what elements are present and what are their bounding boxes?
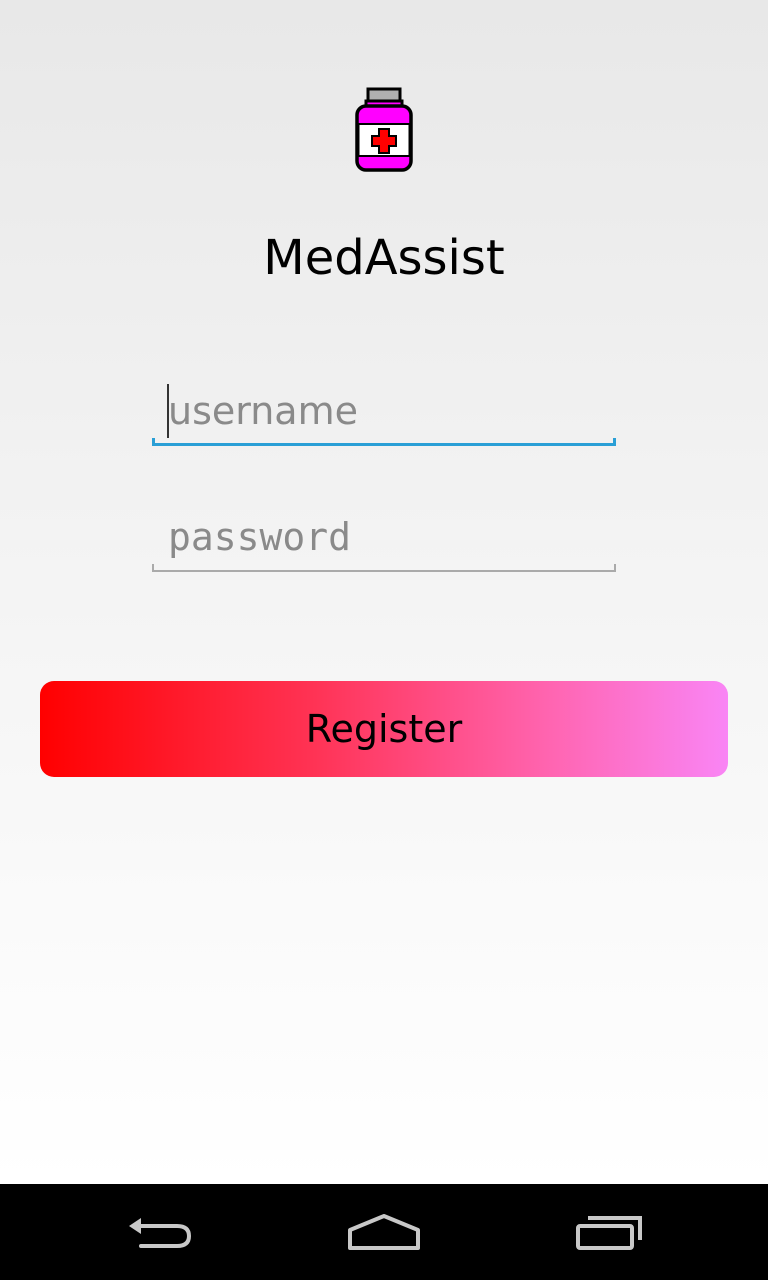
back-icon: [129, 1218, 192, 1248]
password-field[interactable]: [152, 508, 616, 572]
username-underline: [152, 438, 616, 446]
text-cursor: [167, 384, 169, 438]
recents-icon: [576, 1216, 642, 1250]
recents-button[interactable]: [530, 1184, 690, 1280]
password-input[interactable]: [152, 508, 616, 566]
username-field[interactable]: [152, 382, 616, 446]
login-screen: MedAssist Register: [0, 0, 768, 1184]
register-button[interactable]: Register: [40, 681, 728, 777]
system-nav-bar: [0, 1184, 768, 1280]
password-underline: [152, 564, 616, 572]
app-title: MedAssist: [263, 230, 505, 286]
home-icon: [348, 1214, 420, 1250]
home-button[interactable]: [304, 1184, 464, 1280]
medicine-bottle-icon: [355, 87, 413, 172]
back-button[interactable]: [80, 1184, 240, 1280]
username-input[interactable]: [152, 382, 616, 440]
